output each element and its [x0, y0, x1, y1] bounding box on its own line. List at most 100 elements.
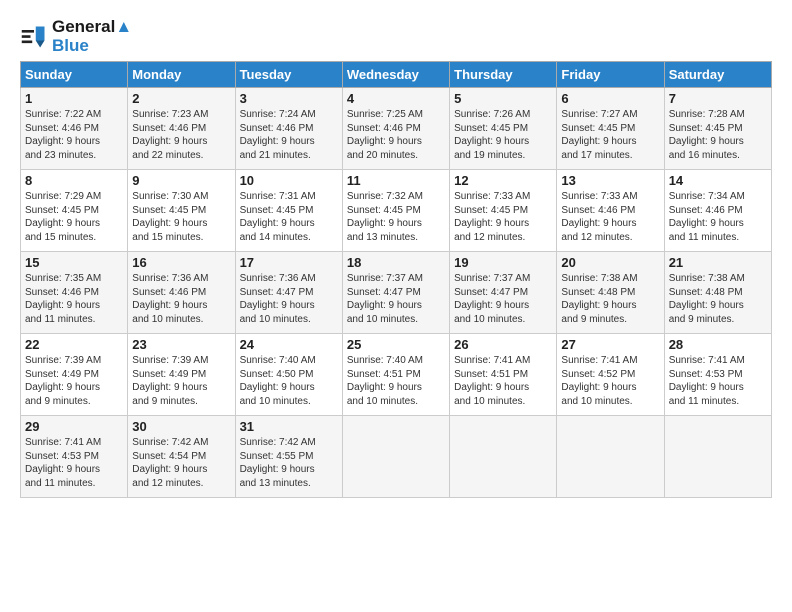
day-header-sunday: Sunday	[21, 62, 128, 88]
day-cell: 19 Sunrise: 7:37 AM Sunset: 4:47 PM Dayli…	[450, 252, 557, 334]
week-row-4: 22 Sunrise: 7:39 AM Sunset: 4:49 PM Dayli…	[21, 334, 772, 416]
day-cell: 23 Sunrise: 7:39 AM Sunset: 4:49 PM Dayli…	[128, 334, 235, 416]
day-cell: 1 Sunrise: 7:22 AM Sunset: 4:46 PM Daylig…	[21, 88, 128, 170]
day-info: Sunrise: 7:31 AM Sunset: 4:45 PM Dayligh…	[240, 190, 338, 244]
day-info: Sunrise: 7:33 AM Sunset: 4:45 PM Dayligh…	[454, 190, 552, 244]
calendar-body: 1 Sunrise: 7:22 AM Sunset: 4:46 PM Daylig…	[21, 88, 772, 498]
week-row-3: 15Sunrise: 7:35 AM Sunset: 4:46 PM Dayli…	[21, 252, 772, 334]
day-header-thursday: Thursday	[450, 62, 557, 88]
header: General▲ Blue	[20, 18, 772, 55]
day-number: 8	[25, 173, 123, 188]
day-info: Sunrise: 7:30 AM Sunset: 4:45 PM Dayligh…	[132, 190, 230, 244]
day-info: Sunrise: 7:37 AM Sunset: 4:47 PM Dayligh…	[347, 272, 445, 326]
day-info: Sunrise: 7:22 AM Sunset: 4:46 PM Dayligh…	[25, 108, 123, 162]
day-cell: 15Sunrise: 7:35 AM Sunset: 4:46 PM Dayli…	[21, 252, 128, 334]
day-number: 9	[132, 173, 230, 188]
day-cell: 6Sunrise: 7:27 AM Sunset: 4:45 PM Daylig…	[557, 88, 664, 170]
day-number: 14	[669, 173, 767, 188]
day-header-saturday: Saturday	[664, 62, 771, 88]
day-info: Sunrise: 7:41 AM Sunset: 4:52 PM Dayligh…	[561, 354, 659, 408]
day-info: Sunrise: 7:39 AM Sunset: 4:49 PM Dayligh…	[25, 354, 123, 408]
logo-icon	[20, 23, 48, 51]
day-cell: 27 Sunrise: 7:41 AM Sunset: 4:52 PM Dayli…	[557, 334, 664, 416]
day-info: Sunrise: 7:40 AM Sunset: 4:50 PM Dayligh…	[240, 354, 338, 408]
day-number: 28	[669, 337, 767, 352]
day-number: 17	[240, 255, 338, 270]
day-cell	[557, 416, 664, 498]
day-number: 18	[347, 255, 445, 270]
day-number: 30	[132, 419, 230, 434]
day-info: Sunrise: 7:32 AM Sunset: 4:45 PM Dayligh…	[347, 190, 445, 244]
day-info: Sunrise: 7:25 AM Sunset: 4:46 PM Dayligh…	[347, 108, 445, 162]
day-cell: 3 Sunrise: 7:24 AM Sunset: 4:46 PM Daylig…	[235, 88, 342, 170]
day-cell: 29Sunrise: 7:41 AM Sunset: 4:53 PM Dayli…	[21, 416, 128, 498]
day-number: 21	[669, 255, 767, 270]
day-cell: 12 Sunrise: 7:33 AM Sunset: 4:45 PM Dayli…	[450, 170, 557, 252]
day-cell	[342, 416, 449, 498]
day-cell: 30Sunrise: 7:42 AM Sunset: 4:54 PM Dayli…	[128, 416, 235, 498]
day-cell: 18 Sunrise: 7:37 AM Sunset: 4:47 PM Dayli…	[342, 252, 449, 334]
day-cell: 4 Sunrise: 7:25 AM Sunset: 4:46 PM Daylig…	[342, 88, 449, 170]
day-cell: 24Sunrise: 7:40 AM Sunset: 4:50 PM Dayli…	[235, 334, 342, 416]
day-cell: 9 Sunrise: 7:30 AM Sunset: 4:45 PM Daylig…	[128, 170, 235, 252]
day-number: 23	[132, 337, 230, 352]
day-number: 13	[561, 173, 659, 188]
week-row-2: 8 Sunrise: 7:29 AM Sunset: 4:45 PM Daylig…	[21, 170, 772, 252]
day-info: Sunrise: 7:37 AM Sunset: 4:47 PM Dayligh…	[454, 272, 552, 326]
day-cell: 26 Sunrise: 7:41 AM Sunset: 4:51 PM Dayli…	[450, 334, 557, 416]
day-number: 3	[240, 91, 338, 106]
day-number: 20	[561, 255, 659, 270]
day-header-friday: Friday	[557, 62, 664, 88]
day-number: 31	[240, 419, 338, 434]
day-cell: 17 Sunrise: 7:36 AM Sunset: 4:47 PM Dayli…	[235, 252, 342, 334]
day-info: Sunrise: 7:23 AM Sunset: 4:46 PM Dayligh…	[132, 108, 230, 162]
day-info: Sunrise: 7:34 AM Sunset: 4:46 PM Dayligh…	[669, 190, 767, 244]
day-cell: 11Sunrise: 7:32 AM Sunset: 4:45 PM Dayli…	[342, 170, 449, 252]
day-cell: 13Sunrise: 7:33 AM Sunset: 4:46 PM Dayli…	[557, 170, 664, 252]
day-number: 27	[561, 337, 659, 352]
day-number: 10	[240, 173, 338, 188]
day-cell: 8 Sunrise: 7:29 AM Sunset: 4:45 PM Daylig…	[21, 170, 128, 252]
day-number: 12	[454, 173, 552, 188]
logo-text: General▲ Blue	[52, 18, 132, 55]
day-cell: 16Sunrise: 7:36 AM Sunset: 4:46 PM Dayli…	[128, 252, 235, 334]
day-info: Sunrise: 7:29 AM Sunset: 4:45 PM Dayligh…	[25, 190, 123, 244]
page: General▲ Blue SundayMondayTuesdayWednesd…	[0, 0, 792, 508]
calendar-table: SundayMondayTuesdayWednesdayThursdayFrid…	[20, 61, 772, 498]
day-number: 4	[347, 91, 445, 106]
week-row-1: 1 Sunrise: 7:22 AM Sunset: 4:46 PM Daylig…	[21, 88, 772, 170]
day-header-tuesday: Tuesday	[235, 62, 342, 88]
day-number: 15	[25, 255, 123, 270]
day-info: Sunrise: 7:28 AM Sunset: 4:45 PM Dayligh…	[669, 108, 767, 162]
week-row-5: 29Sunrise: 7:41 AM Sunset: 4:53 PM Dayli…	[21, 416, 772, 498]
day-cell: 5 Sunrise: 7:26 AM Sunset: 4:45 PM Daylig…	[450, 88, 557, 170]
day-number: 19	[454, 255, 552, 270]
day-cell: 2Sunrise: 7:23 AM Sunset: 4:46 PM Daylig…	[128, 88, 235, 170]
day-cell: 21 Sunrise: 7:38 AM Sunset: 4:48 PM Dayli…	[664, 252, 771, 334]
day-number: 26	[454, 337, 552, 352]
day-cell: 25 Sunrise: 7:40 AM Sunset: 4:51 PM Dayli…	[342, 334, 449, 416]
day-info: Sunrise: 7:24 AM Sunset: 4:46 PM Dayligh…	[240, 108, 338, 162]
day-info: Sunrise: 7:41 AM Sunset: 4:53 PM Dayligh…	[669, 354, 767, 408]
day-number: 25	[347, 337, 445, 352]
day-cell	[664, 416, 771, 498]
day-number: 5	[454, 91, 552, 106]
calendar-header-row: SundayMondayTuesdayWednesdayThursdayFrid…	[21, 62, 772, 88]
day-info: Sunrise: 7:40 AM Sunset: 4:51 PM Dayligh…	[347, 354, 445, 408]
day-cell	[450, 416, 557, 498]
day-info: Sunrise: 7:41 AM Sunset: 4:53 PM Dayligh…	[25, 436, 123, 490]
day-number: 16	[132, 255, 230, 270]
day-cell: 31 Sunrise: 7:42 AM Sunset: 4:55 PM Dayli…	[235, 416, 342, 498]
day-info: Sunrise: 7:41 AM Sunset: 4:51 PM Dayligh…	[454, 354, 552, 408]
day-info: Sunrise: 7:36 AM Sunset: 4:47 PM Dayligh…	[240, 272, 338, 326]
day-info: Sunrise: 7:42 AM Sunset: 4:55 PM Dayligh…	[240, 436, 338, 490]
day-number: 22	[25, 337, 123, 352]
day-cell: 14 Sunrise: 7:34 AM Sunset: 4:46 PM Dayli…	[664, 170, 771, 252]
day-number: 1	[25, 91, 123, 106]
day-number: 6	[561, 91, 659, 106]
day-header-wednesday: Wednesday	[342, 62, 449, 88]
day-info: Sunrise: 7:39 AM Sunset: 4:49 PM Dayligh…	[132, 354, 230, 408]
day-info: Sunrise: 7:38 AM Sunset: 4:48 PM Dayligh…	[669, 272, 767, 326]
day-info: Sunrise: 7:26 AM Sunset: 4:45 PM Dayligh…	[454, 108, 552, 162]
day-cell: 22 Sunrise: 7:39 AM Sunset: 4:49 PM Dayli…	[21, 334, 128, 416]
